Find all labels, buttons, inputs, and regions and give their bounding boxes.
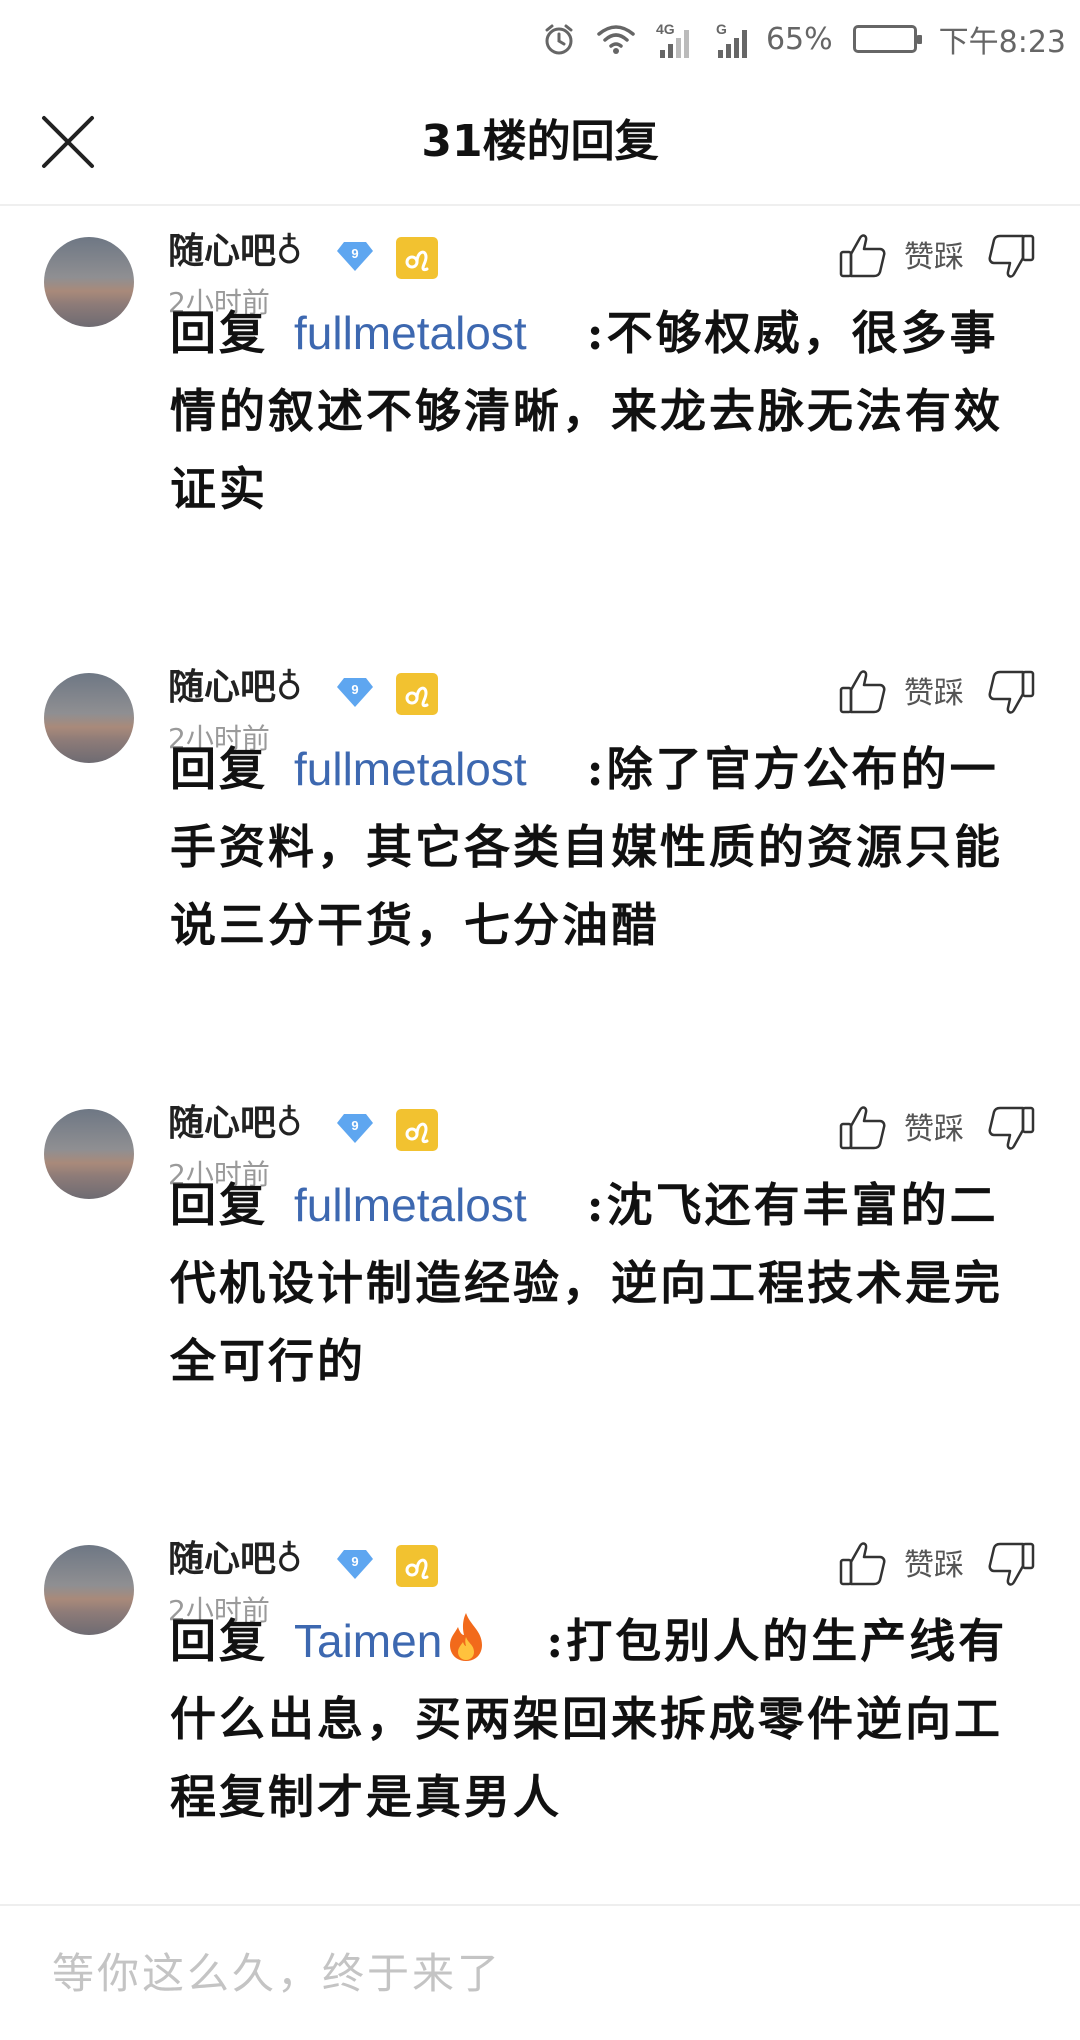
vote-label: 赞踩: [904, 676, 964, 711]
thumb-down-icon: [988, 670, 1035, 714]
reply-prefix: 回复: [170, 1614, 268, 1668]
avatar[interactable]: [44, 1545, 134, 1635]
level-number: 9: [351, 246, 358, 261]
reply-target-link[interactable]: fullmetalost: [294, 307, 527, 359]
vote-label: 赞踩: [904, 1112, 964, 1147]
signal-4g-icon: 4G: [656, 20, 696, 58]
level-badge-icon: 9: [337, 242, 373, 271]
signal-g-icon: G: [716, 20, 750, 58]
thumb-up-icon: [839, 234, 886, 278]
reply-target-link[interactable]: Taimen: [294, 1613, 486, 1667]
vote-label: 赞踩: [904, 1548, 964, 1583]
battery-icon: [852, 25, 922, 53]
thumb-down-icon: [988, 234, 1035, 278]
avatar[interactable]: [44, 1109, 134, 1199]
fire-icon: [450, 1613, 483, 1661]
like-button[interactable]: [838, 230, 888, 280]
comment-input[interactable]: [50, 1934, 1034, 2012]
wifi-icon: [596, 23, 636, 55]
reply-target-link[interactable]: fullmetalost: [294, 743, 527, 795]
reply-prefix: 回复: [170, 1178, 268, 1232]
username[interactable]: 随心吧♁: [168, 1101, 302, 1147]
reply-target-name: Taimen: [294, 1615, 443, 1667]
thumb-down-icon: [988, 1542, 1035, 1586]
dislike-button[interactable]: [986, 1104, 1036, 1154]
dislike-button[interactable]: [986, 668, 1036, 718]
username[interactable]: 随心吧♁: [168, 229, 302, 275]
level-badge-icon: 9: [337, 1550, 373, 1579]
network-g-label: G: [716, 21, 727, 37]
reply-item: 随心吧♁ 9 2小时前 赞踩: [0, 642, 1080, 1078]
dislike-button[interactable]: [986, 1540, 1036, 1590]
avatar[interactable]: [44, 673, 134, 763]
username[interactable]: 随心吧♁: [168, 665, 302, 711]
like-button[interactable]: [838, 1538, 888, 1588]
reply-item: 随心吧♁ 9 2小时前 赞踩: [0, 1514, 1080, 1950]
zodiac-leo-icon: [396, 1545, 438, 1587]
level-number: 9: [351, 1554, 358, 1569]
level-badge-icon: 9: [337, 678, 373, 707]
dislike-button[interactable]: [986, 232, 1036, 282]
reply-list: 随心吧♁ 9 2小时前 赞踩 回复 fullmetalost:不够权威，很多事…: [0, 206, 1080, 1950]
avatar[interactable]: [44, 237, 134, 327]
zodiac-leo-icon: [396, 237, 438, 279]
reply-body: 回复 fullmetalost:不够权威，很多事情的叙述不够清晰，来龙去脉无法有效…: [170, 294, 1045, 528]
reply-body: 回复 Taimen :打包别人的生产线有什么出息，买两架回来拆成零件逆向工程复制才…: [170, 1602, 1045, 1836]
zodiac-leo-icon: [396, 1109, 438, 1151]
thumb-down-icon: [988, 1106, 1035, 1150]
like-button[interactable]: [838, 1102, 888, 1152]
header: 31楼的回复: [0, 78, 1080, 206]
reply-prefix: 回复: [170, 742, 268, 796]
status-bar: 4G G 65% 下午8:23: [0, 0, 1080, 78]
alarm-icon: [542, 22, 576, 56]
reply-target-link[interactable]: fullmetalost: [294, 1179, 527, 1231]
network-type-label: 4G: [656, 21, 675, 37]
level-number: 9: [351, 682, 358, 697]
vote-label: 赞踩: [904, 240, 964, 275]
battery-percent: 65%: [765, 21, 833, 57]
thumb-up-icon: [839, 670, 886, 714]
thumb-up-icon: [839, 1106, 886, 1150]
like-button[interactable]: [838, 666, 888, 716]
level-badge-icon: 9: [337, 1114, 373, 1143]
reply-prefix: 回复: [170, 306, 268, 360]
reply-item: 随心吧♁ 9 2小时前 赞踩: [0, 206, 1080, 642]
level-number: 9: [351, 1118, 358, 1133]
reply-item: 随心吧♁ 9 2小时前 赞踩: [0, 1078, 1080, 1514]
thumb-up-icon: [839, 1542, 886, 1586]
reply-body: 回复 fullmetalost:沈飞还有丰富的二代机设计制造经验，逆向工程技术是完…: [170, 1166, 1045, 1400]
clock: 下午8:23: [938, 25, 1066, 60]
username[interactable]: 随心吧♁: [168, 1537, 302, 1583]
reply-body: 回复 fullmetalost:除了官方公布的一手资料，其它各类自媒性质的资源只能…: [170, 730, 1045, 964]
comment-bar: [0, 1904, 1080, 2040]
page-title: 31楼的回复: [421, 116, 659, 167]
zodiac-leo-icon: [396, 673, 438, 715]
